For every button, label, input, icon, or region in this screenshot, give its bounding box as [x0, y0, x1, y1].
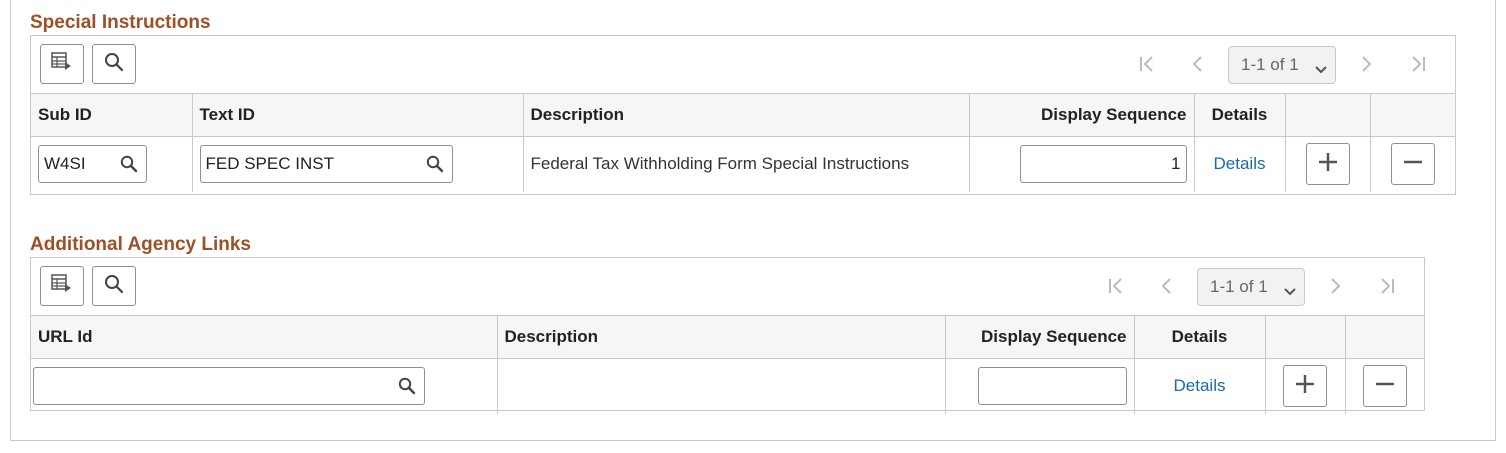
grid-toolbar: 1-1 of 1	[31, 36, 1455, 94]
column-header-add	[1265, 316, 1346, 359]
sub-id-field[interactable]	[38, 145, 147, 184]
first-page-icon[interactable]	[1137, 53, 1157, 75]
last-page-icon[interactable]	[1408, 53, 1428, 75]
column-header-details: Details	[1194, 94, 1286, 137]
page-range-value: 1-1 of 1	[1210, 277, 1268, 296]
page-range-select[interactable]: 1-1 of 1	[1228, 46, 1336, 84]
special-instructions-grid: 1-1 of 1 Sub ID Text ID Description Disp…	[30, 35, 1456, 195]
display-sequence-field[interactable]	[1019, 145, 1187, 184]
chevron-down-icon	[1284, 282, 1296, 302]
lookup-icon[interactable]	[120, 155, 138, 178]
column-header-details: Details	[1134, 316, 1266, 359]
column-header-text-id[interactable]: Text ID	[192, 94, 524, 137]
delete-row-icon	[1402, 151, 1424, 178]
column-header-url-id[interactable]: URL Id	[31, 316, 498, 359]
column-header-sub-id[interactable]: Sub ID	[31, 94, 193, 137]
find-button[interactable]	[92, 266, 136, 306]
find-icon	[104, 52, 124, 77]
previous-page-icon[interactable]	[1187, 53, 1207, 75]
add-row-icon	[1294, 373, 1316, 400]
column-header-delete	[1370, 94, 1455, 137]
lookup-icon[interactable]	[398, 377, 416, 400]
add-row-icon	[1317, 151, 1339, 178]
table-header-row: Sub ID Text ID Description Display Seque…	[31, 94, 1455, 137]
table-header-row: URL Id Description Display Sequence Deta…	[31, 316, 1424, 359]
page-range-value: 1-1 of 1	[1241, 55, 1299, 74]
url-id-field[interactable]	[33, 367, 425, 406]
column-header-description[interactable]: Description	[497, 316, 946, 359]
grid-toolbar: 1-1 of 1	[31, 258, 1424, 316]
previous-page-icon[interactable]	[1156, 275, 1176, 297]
personalize-grid-button[interactable]	[40, 44, 84, 84]
column-header-add	[1285, 94, 1371, 137]
special-instructions-table: Sub ID Text ID Description Display Seque…	[31, 94, 1455, 192]
section-title-special-instructions: Special Instructions	[30, 12, 211, 33]
column-header-display-sequence[interactable]: Display Sequence	[945, 316, 1135, 359]
add-row-button[interactable]	[1283, 365, 1327, 408]
chevron-down-icon	[1315, 60, 1327, 80]
details-link[interactable]: Details	[1214, 154, 1266, 173]
delete-row-icon	[1374, 373, 1396, 400]
last-page-icon[interactable]	[1377, 275, 1397, 297]
personalize-grid-button[interactable]	[40, 266, 84, 306]
personalize-grid-icon	[51, 273, 73, 299]
description-cell	[497, 358, 946, 414]
display-sequence-input[interactable]	[978, 368, 1126, 405]
add-row-button[interactable]	[1305, 143, 1350, 186]
first-page-icon[interactable]	[1106, 275, 1126, 297]
find-icon	[104, 274, 124, 299]
column-header-description[interactable]: Description	[523, 94, 970, 137]
additional-agency-links-table: URL Id Description Display Sequence Deta…	[31, 316, 1424, 414]
page-range-select[interactable]: 1-1 of 1	[1197, 268, 1305, 306]
column-header-delete	[1345, 316, 1424, 359]
delete-row-button[interactable]	[1390, 143, 1435, 186]
table-row: Federal Tax Withholding Form Special Ins…	[31, 136, 1455, 192]
display-sequence-field[interactable]	[977, 367, 1127, 406]
text-id-field[interactable]	[199, 145, 453, 184]
next-page-icon[interactable]	[1357, 53, 1377, 75]
description-cell: Federal Tax Withholding Form Special Ins…	[523, 136, 970, 192]
additional-agency-links-grid: 1-1 of 1 URL Id Description Display Sequ…	[30, 257, 1425, 414]
display-sequence-input[interactable]	[1020, 146, 1186, 183]
next-page-icon[interactable]	[1326, 275, 1346, 297]
column-header-display-sequence[interactable]: Display Sequence	[969, 94, 1195, 137]
table-row: Details	[31, 358, 1424, 414]
personalize-grid-icon	[51, 51, 73, 77]
details-link[interactable]: Details	[1174, 376, 1226, 395]
url-id-input[interactable]	[34, 368, 424, 405]
delete-row-button[interactable]	[1362, 365, 1407, 408]
find-button[interactable]	[92, 44, 136, 84]
lookup-icon[interactable]	[426, 155, 444, 178]
text-id-input[interactable]	[200, 146, 452, 183]
section-title-additional-agency-links: Additional Agency Links	[30, 234, 251, 255]
